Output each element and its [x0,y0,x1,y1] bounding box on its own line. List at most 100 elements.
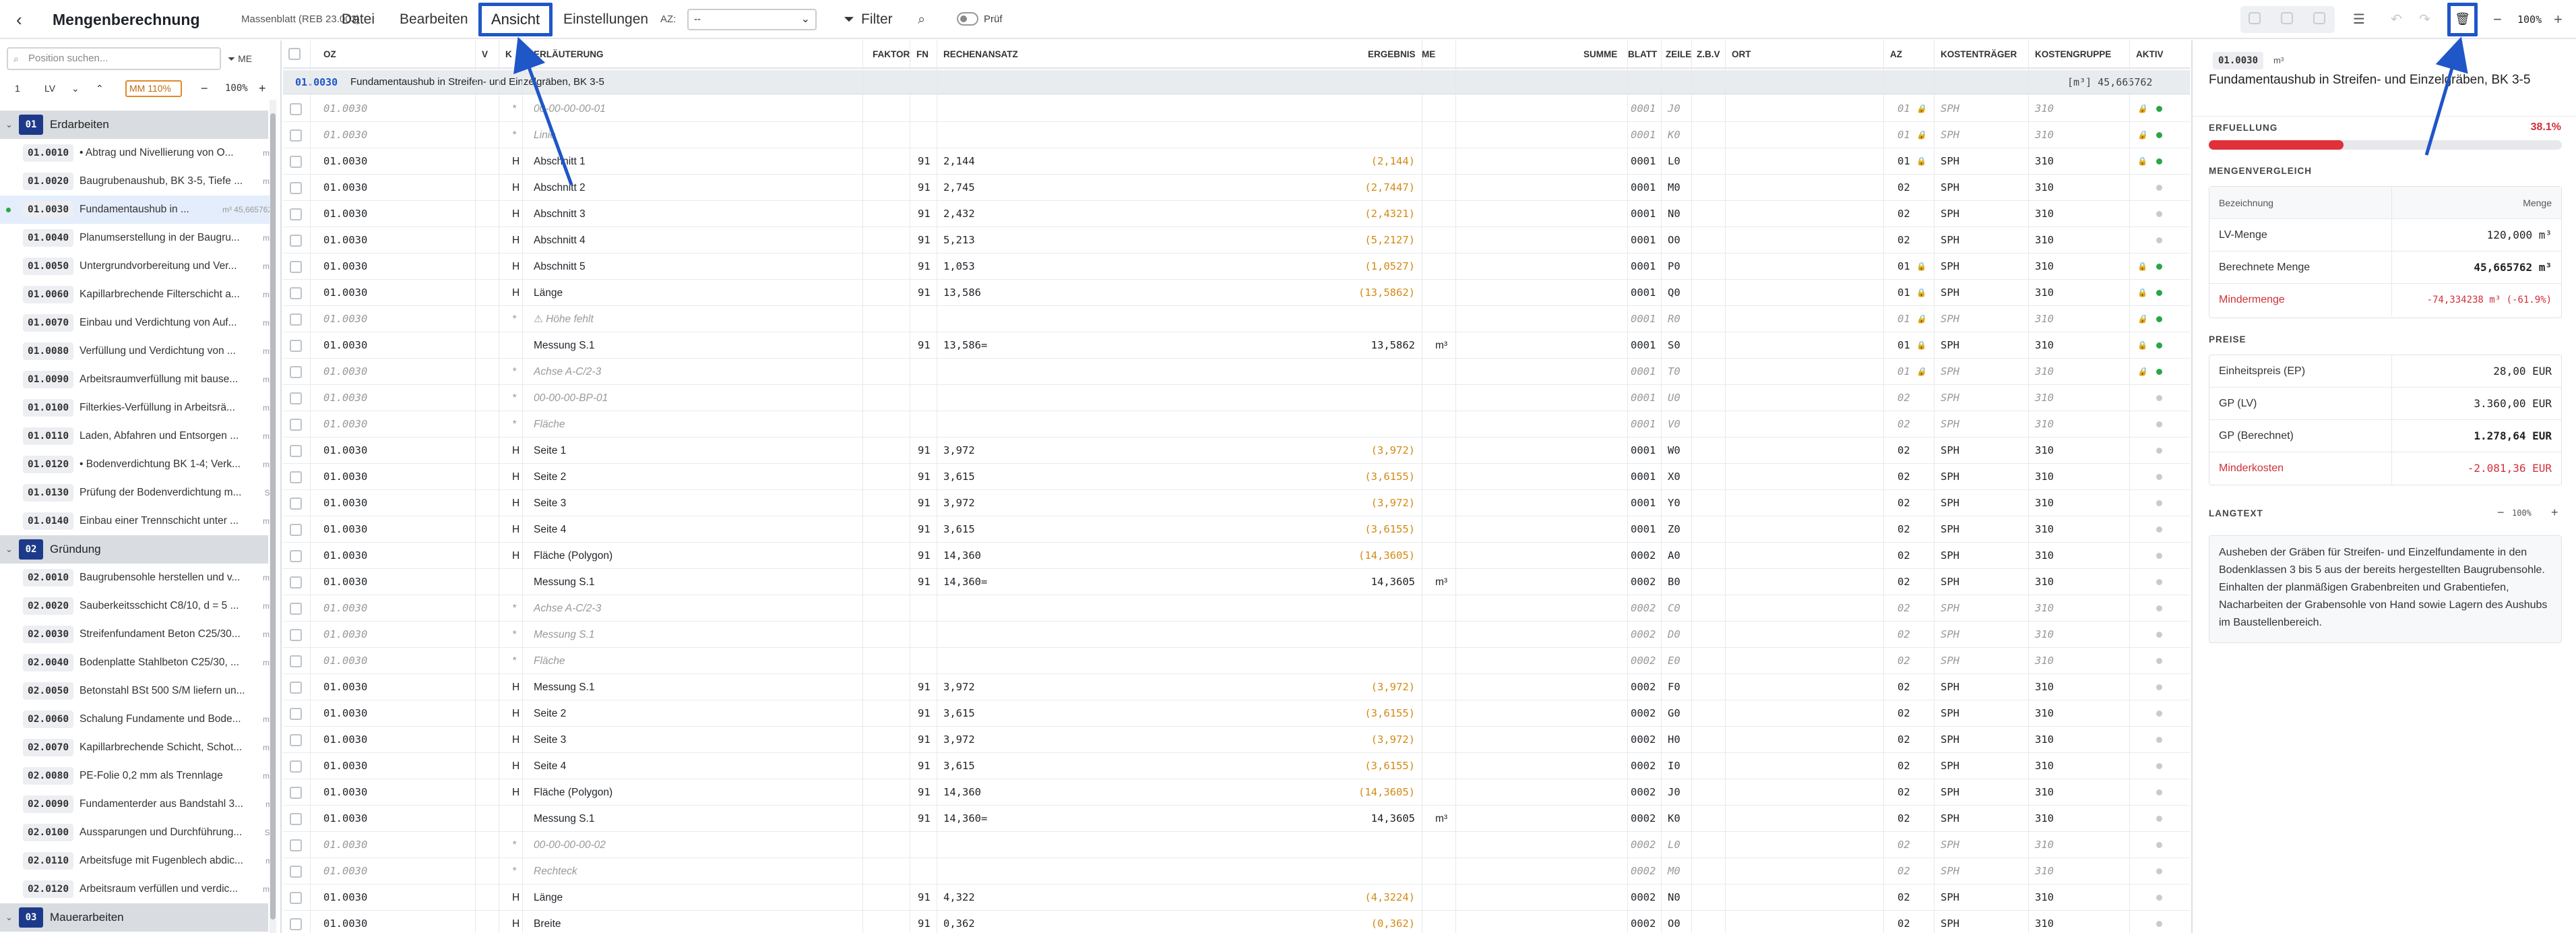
zoom-out-icon[interactable]: − [201,77,208,100]
tree-item[interactable]: 01.0120 • Bodenverdichtung BK 1-4; Verk..… [0,450,275,479]
tree-item[interactable]: 02.0090 Fundamenterder aus Bandstahl 3...… [0,790,275,818]
row-checkbox[interactable] [290,261,302,273]
row-checkbox[interactable] [290,708,302,720]
tree-item[interactable]: 02.0040 Bodenplatte Stahlbeton C25/30, ..… [0,649,275,677]
cell-rechenansatz[interactable]: 3,615 [943,464,975,490]
table-row[interactable]: 01.0030 * Fläche 0001 V0 02 SPH 310 [283,411,2190,438]
table-row[interactable]: 01.0030 H Messung S.1 91 3,972 (3,972) 0002 F0 0… [283,674,2190,700]
row-checkbox[interactable] [290,918,302,930]
row-checkbox[interactable] [290,629,302,641]
cell-erlaeuterung[interactable]: Seite 4 [534,753,566,779]
table-row[interactable]: 01.0030 H Abschnitt 1 91 2,144 (2,144) 0001 L0 0… [283,148,2190,175]
chevron-up-icon[interactable]: ⌃ [96,77,104,100]
table-row[interactable]: 01.0030 * Fläche 0002 E0 02 SPH 310 [283,648,2190,674]
cell-erlaeuterung[interactable]: 00-00-00-00-01 [534,96,606,122]
cell-rechenansatz[interactable]: 3,972 [943,438,975,464]
cell-erlaeuterung[interactable]: Rechteck [534,858,577,884]
col-summe[interactable]: SUMME [1583,40,1617,69]
cell-rechenansatz[interactable]: 14,360= [943,569,987,595]
undo-icon[interactable]: ↶ [2391,0,2402,39]
col-erlaeuterung[interactable]: ERLÄUTERUNG [534,40,604,69]
row-checkbox[interactable] [290,313,302,326]
table-row[interactable]: 01.0030 H Abschnitt 3 91 2,432 (2,4321) 0001 N0… [283,201,2190,227]
pruf-toggle[interactable] [957,12,978,26]
redo-icon[interactable]: ↷ [2419,0,2430,39]
tree-item[interactable]: 02.0050 Betonstahl BSt 500 S/M liefern un… [0,677,275,705]
tree-item[interactable]: 01.0040 Planumserstellung in der Baugru..… [0,224,275,252]
active-status-dot[interactable] [2156,264,2162,270]
table-row[interactable]: 01.0030 * ⚠ Höhe fehlt 0001 R0 01 🔒 SPH 310 🔒 [283,306,2190,332]
cell-rechenansatz[interactable]: 3,972 [943,727,975,753]
level-value[interactable]: 1 [15,77,20,100]
active-status-dot[interactable] [2156,211,2162,217]
active-status-dot[interactable] [2156,395,2162,401]
active-status-dot[interactable] [2156,237,2162,243]
row-checkbox[interactable] [290,734,302,746]
row-checkbox[interactable] [290,760,302,773]
cell-rechenansatz[interactable]: 14,360 [943,779,981,806]
cell-erlaeuterung[interactable]: Seite 3 [534,490,566,516]
table-row[interactable]: 01.0030 * Rechteck 0002 M0 02 SPH 310 [283,858,2190,884]
active-status-dot[interactable] [2156,106,2162,112]
table-row[interactable]: 01.0030 H Länge 91 4,322 (4,3224) 0002 N0 02 SPH 3… [283,884,2190,911]
active-status-dot[interactable] [2156,789,2162,795]
row-checkbox[interactable] [290,340,302,352]
table-row[interactable]: 01.0030 * Achse A-C/2-3 0002 C0 02 SPH 310 [283,595,2190,622]
mode-select[interactable]: LV [44,77,55,100]
chevron-down-icon[interactable]: ⌄ [71,77,80,100]
active-status-dot[interactable] [2156,684,2162,690]
tree-item[interactable]: 02.0100 Aussparungen und Durchführung... S… [0,818,275,847]
cell-erlaeuterung[interactable]: Seite 2 [534,700,566,727]
active-status-dot[interactable] [2156,526,2162,533]
row-checkbox[interactable] [290,655,302,667]
zoom-in-icon[interactable]: + [259,77,266,100]
cell-erlaeuterung[interactable]: Messung S.1 [534,332,594,359]
col-k[interactable]: K [505,40,512,69]
row-checkbox[interactable] [290,787,302,799]
active-status-dot[interactable] [2156,895,2162,901]
table-row[interactable]: 01.0030 H Abschnitt 4 91 5,213 (5,2127) 0001 O0… [283,227,2190,253]
cell-rechenansatz[interactable]: 4,322 [943,884,975,911]
cell-rechenansatz[interactable]: 3,972 [943,490,975,516]
table-row[interactable]: 01.0030 * Achse A-C/2-3 0001 T0 01 🔒 SPH 310 🔒 [283,359,2190,385]
tree-item[interactable]: 01.0140 Einbau einer Trennschicht unter .… [0,507,275,535]
zoom-in-icon[interactable]: + [2554,0,2563,39]
cell-rechenansatz[interactable]: 14,360= [943,806,987,832]
table-row[interactable]: 01.0030 H Abschnitt 5 91 1,053 (1,0527) 0001 P0… [283,253,2190,280]
tree-item[interactable]: 01.0110 Laden, Abfahren und Entsorgen ...… [0,422,275,450]
row-checkbox[interactable] [290,392,302,404]
active-status-dot[interactable] [2156,185,2162,191]
cell-rechenansatz[interactable]: 3,615 [943,516,975,543]
row-checkbox[interactable] [290,366,302,378]
cell-erlaeuterung[interactable]: Fläche [534,648,565,674]
table-row[interactable]: 01.0030 H Seite 4 91 3,615 (3,6155) 0002 I0 02 SP… [283,753,2190,779]
col-kostentraeger[interactable]: KOSTENTRÄGER [1941,40,2017,69]
row-checkbox[interactable] [290,445,302,457]
tree-item[interactable]: 01.0080 Verfüllung und Verdichtung von ..… [0,337,275,365]
table-row[interactable]: 01.0030 H Länge 91 13,586 (13,5862) 0001 Q0 01 🔒 S… [283,280,2190,306]
col-blatt[interactable]: BLATT [1628,40,1657,69]
cell-rechenansatz[interactable]: 14,360 [943,543,981,569]
cell-erlaeuterung[interactable]: ⚠ Höhe fehlt [534,306,594,332]
active-status-dot[interactable] [2156,448,2162,454]
col-fn[interactable]: FN [916,40,929,69]
col-faktor[interactable]: FAKTOR [873,40,910,69]
table-row[interactable]: 01.0030 H Fläche (Polygon) 91 14,360 (14,3605… [283,543,2190,569]
cell-erlaeuterung[interactable]: Abschnitt 2 [534,175,586,201]
zoom-out-icon[interactable]: − [2493,0,2502,39]
menu-einstellungen[interactable]: Einstellungen [563,0,648,39]
active-status-dot[interactable] [2156,474,2162,480]
active-status-dot[interactable] [2156,658,2162,664]
tree-item[interactable]: 02.0070 Kapillarbrechende Schicht, Schot.… [0,733,275,762]
cell-erlaeuterung[interactable]: Länge [534,280,563,306]
row-checkbox[interactable] [290,524,302,536]
tree-item[interactable]: 01.0100 Filterkies-Verfüllung in Arbeitsr… [0,394,275,422]
tree-group-02[interactable]: ⌄ 02 Gründung [0,535,268,564]
tree-group-01[interactable]: ⌄ 01 Erdarbeiten [0,111,268,139]
row-checkbox[interactable] [290,471,302,483]
tree-item[interactable]: 01.0130 Prüfung der Bodenverdichtung m...… [0,479,275,507]
cell-erlaeuterung[interactable]: Seite 3 [534,727,566,753]
back-icon[interactable]: ‹ [16,0,22,39]
table-row[interactable]: 01.0030 Messung S.1 91 13,586= 13,5862 m³ 0001… [283,332,2190,359]
cell-erlaeuterung[interactable]: Abschnitt 4 [534,227,586,253]
